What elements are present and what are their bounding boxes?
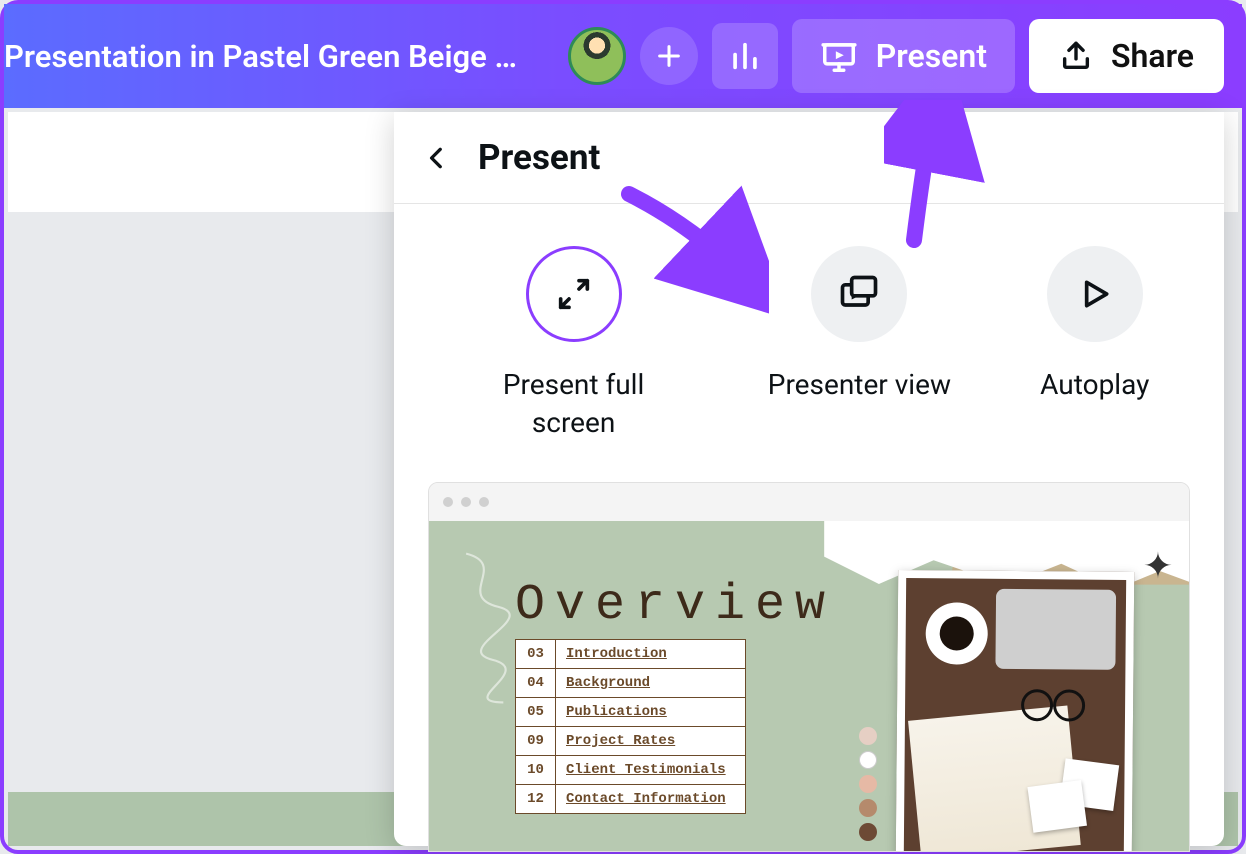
option-presenter-view[interactable]: Presenter view [768, 246, 951, 442]
expand-icon [554, 274, 594, 314]
bar-chart-icon [728, 39, 762, 73]
table-row: 10Client Testimonials [516, 755, 746, 784]
panel-header: Present [394, 112, 1224, 204]
user-avatar[interactable] [568, 27, 626, 85]
upload-icon [1059, 39, 1093, 73]
slide-heading: Overview [515, 577, 835, 634]
plus-icon [655, 42, 683, 70]
play-icon [1075, 274, 1115, 314]
present-button-label: Present [876, 37, 987, 75]
back-button[interactable] [418, 139, 456, 177]
share-button[interactable]: Share [1029, 19, 1224, 93]
option-autoplay[interactable]: Autoplay [1040, 246, 1149, 442]
window-dot [461, 497, 471, 507]
option-label: Present full screen [469, 366, 679, 442]
table-row: 09Project Rates [516, 726, 746, 755]
app-header: Presentation in Pastel Green Beige … Pre… [4, 4, 1242, 108]
star-doodle-icon: ✦ [1143, 545, 1173, 587]
window-dot [443, 497, 453, 507]
document-title[interactable]: Presentation in Pastel Green Beige … [4, 38, 554, 75]
share-button-label: Share [1111, 37, 1194, 75]
slide-content: ✦ Overview 03Introduction 04Background 0… [429, 521, 1189, 851]
swatch [859, 727, 877, 745]
slide-preview: ✦ Overview 03Introduction 04Background 0… [428, 482, 1190, 852]
table-row: 04Background [516, 668, 746, 697]
analytics-button[interactable] [712, 23, 778, 89]
option-label: Presenter view [768, 366, 951, 404]
swatch [859, 751, 877, 769]
table-row: 12Contact Information [516, 784, 746, 813]
presentation-icon [820, 37, 858, 75]
present-options: Present full screen Presenter view Autop… [394, 204, 1224, 482]
chevron-left-icon [424, 145, 450, 171]
overview-table: 03Introduction 04Background 05Publicatio… [515, 639, 746, 814]
presenter-view-icon [837, 272, 881, 316]
option-label: Autoplay [1040, 366, 1149, 404]
window-dot [479, 497, 489, 507]
swatch [859, 799, 877, 817]
color-palette [859, 727, 877, 841]
swatch [859, 823, 877, 841]
present-button[interactable]: Present [792, 19, 1015, 93]
present-dropdown-panel: Present Present full screen Presenter vi… [394, 112, 1224, 846]
table-row: 05Publications [516, 697, 746, 726]
option-present-full-screen[interactable]: Present full screen [469, 246, 679, 442]
option-icon-circle [526, 246, 622, 342]
option-icon-circle [811, 246, 907, 342]
add-collaborator-button[interactable] [640, 27, 698, 85]
panel-title: Present [478, 137, 600, 178]
table-row: 03Introduction [516, 639, 746, 668]
preview-browser-chrome [429, 483, 1189, 521]
swatch [859, 775, 877, 793]
option-icon-circle [1047, 246, 1143, 342]
decorative-photo [896, 570, 1135, 851]
